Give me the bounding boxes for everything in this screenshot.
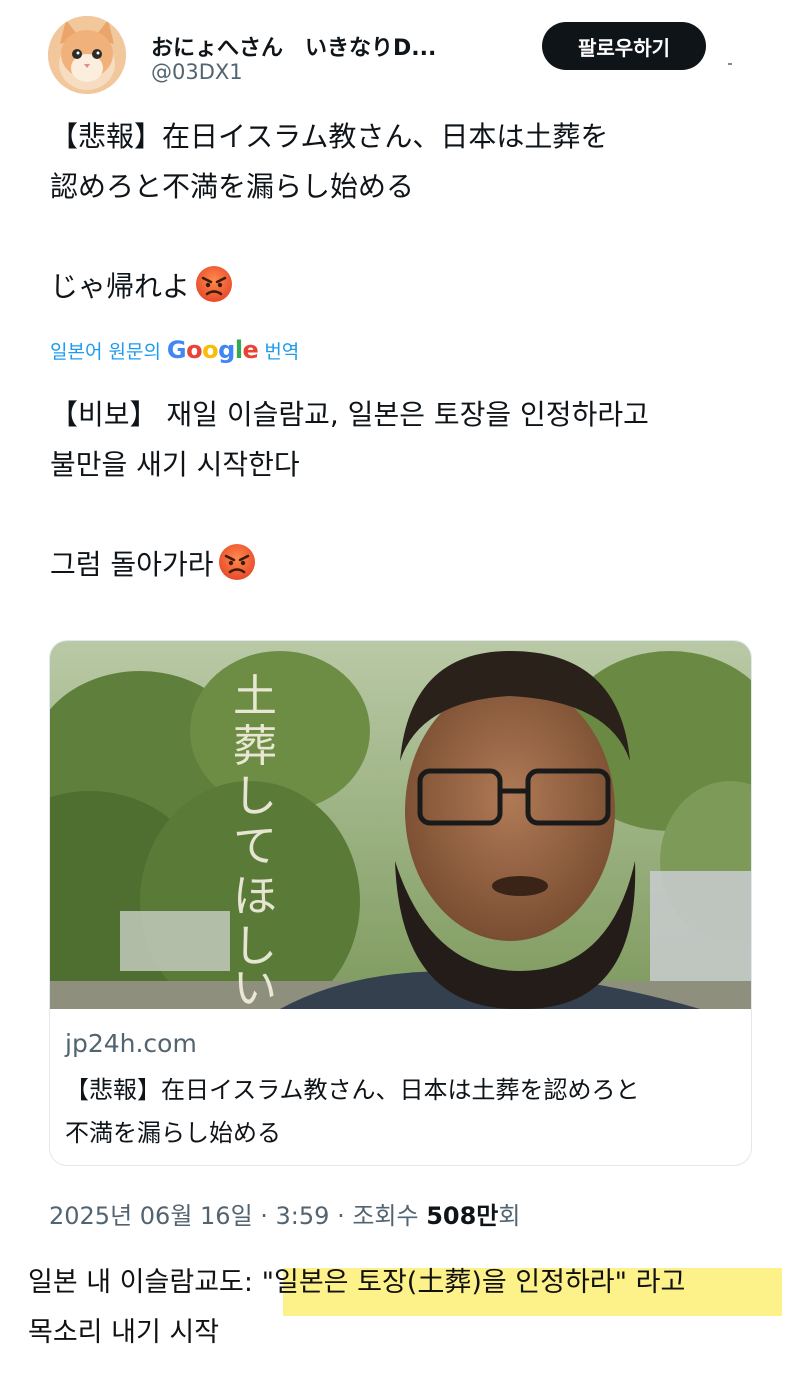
tweet-line: じゃ帰れよ bbox=[50, 270, 191, 303]
tweet-line-with-emoji: じゃ帰れよ bbox=[50, 262, 770, 312]
card-title: 【悲報】在日イスラム教さん、日本は土葬を認めろと 不満を漏らし始める bbox=[65, 1069, 735, 1155]
card-domain: jp24h.com bbox=[65, 1029, 197, 1058]
caption-line: 목소리 내기 시작 bbox=[28, 1317, 220, 1348]
translate-link[interactable]: 일본어 원문의 Google 번역 bbox=[50, 336, 299, 364]
image-caption-char: て bbox=[233, 821, 277, 872]
google-logo: Google bbox=[166, 336, 259, 364]
angry-face-icon bbox=[219, 544, 256, 580]
tweet-line: 그럼 돌아가라 bbox=[50, 548, 214, 581]
tweet-line: 【비보】 재일 이슬람교, 일본은 토장을 인정하라고 bbox=[50, 398, 649, 431]
follow-button[interactable]: 팔로우하기 bbox=[542, 22, 706, 70]
tweet-line: 불만을 새기 시작한다 bbox=[50, 448, 300, 481]
image-caption-char: い bbox=[233, 963, 277, 1009]
avatar[interactable] bbox=[48, 16, 126, 94]
tweet-text-translated: 【비보】 재일 이슬람교, 일본은 토장을 인정하라고 불만을 새기 시작한다 … bbox=[50, 390, 770, 590]
image-caption-char: 土 bbox=[233, 671, 277, 722]
tweet-line: 認めろと不満を漏らし始める bbox=[50, 170, 415, 203]
user-handle[interactable]: @03DX1 bbox=[151, 60, 243, 84]
tweet-text-original: 【悲報】在日イスラム教さん、日本は土葬を 認めろと不満を漏らし始める じゃ帰れよ bbox=[50, 112, 770, 312]
translate-suffix: 번역 bbox=[264, 340, 300, 363]
image-caption-char: し bbox=[233, 771, 277, 822]
caption-quote: "일본은 토장(土葬)을 인정하라" 라고 bbox=[261, 1267, 686, 1298]
translate-prefix: 일본어 원문의 bbox=[50, 340, 161, 363]
tweet-line: 【悲報】在日イスラム教さん、日本は土葬を bbox=[50, 120, 609, 153]
kitten-avatar-icon bbox=[48, 16, 126, 94]
card-title-line: 【悲報】在日イスラム教さん、日本は土葬を認めろと bbox=[65, 1076, 640, 1104]
divider-mark bbox=[728, 63, 732, 65]
image-caption-char: ほ bbox=[233, 871, 277, 922]
caption-line: 일본 내 이슬람교도: "일본은 토장(土葬)을 인정하라" 라고 bbox=[28, 1258, 788, 1308]
display-name[interactable]: おにょへさん いきなりD... bbox=[151, 30, 436, 62]
card-image[interactable]: 土 葬 し て ほ し い bbox=[50, 641, 751, 1009]
tweet-meta: 2025년 06월 16일 · 3:59 · 조회수 508만회 bbox=[49, 1196, 520, 1231]
tweet-timestamp[interactable]: 2025년 06월 16일 · 3:59 · 조회수 bbox=[49, 1202, 426, 1230]
tweet-header: おにょへさん いきなりD... @03DX1 팔로우하기 bbox=[48, 14, 758, 96]
caption-prefix: 일본 내 이슬람교도: bbox=[28, 1267, 262, 1298]
angry-face-icon bbox=[196, 266, 233, 302]
image-caption-char: 葬 bbox=[233, 721, 277, 772]
view-suffix: 회 bbox=[498, 1202, 521, 1230]
news-photo: 土 葬 し て ほ し い bbox=[50, 641, 751, 1009]
link-preview-card[interactable]: 土 葬 し て ほ し い jp24h.com 【悲報】在日イスラム教さん、日本… bbox=[49, 640, 752, 1166]
tweet-line-with-emoji: 그럼 돌아가라 bbox=[50, 540, 770, 590]
post-caption: 일본 내 이슬람교도: "일본은 토장(土葬)을 인정하라" 라고 목소리 내기… bbox=[28, 1258, 788, 1358]
card-title-line: 不満を漏らし始める bbox=[65, 1119, 281, 1147]
view-count: 508만 bbox=[426, 1202, 499, 1230]
